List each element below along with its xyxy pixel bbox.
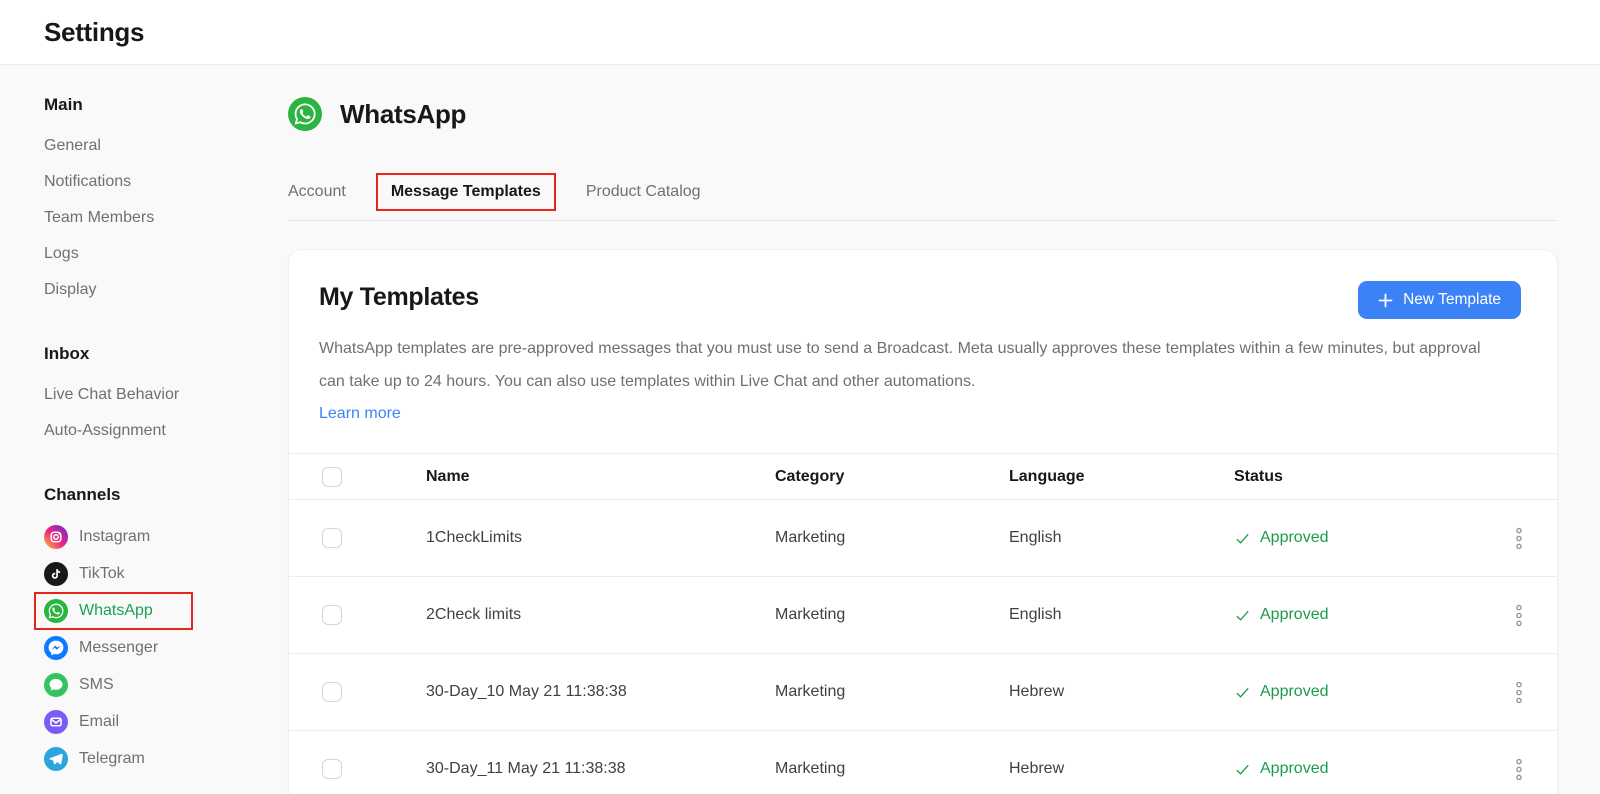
instagram-icon [44,525,68,549]
tab-bar: Account Message Templates Product Catalo… [288,177,1558,221]
sidebar-item-instagram[interactable]: Instagram [44,525,288,549]
status-badge: Approved [1234,529,1481,547]
email-icon [44,710,68,734]
my-templates-card: My Templates New Template WhatsApp templ… [288,249,1558,794]
sidebar-heading-channels: Channels [44,485,288,505]
row-menu-button[interactable] [1511,600,1527,631]
template-name: 30-Day_11 May 21 11:38:38 [426,760,775,778]
column-header-name: Name [426,468,775,486]
sidebar-heading-main: Main [44,95,288,115]
templates-table: Name Category Language Status 1CheckLimi… [289,453,1557,794]
sms-icon [44,673,68,697]
template-language: Hebrew [1009,760,1234,778]
sidebar-item-email[interactable]: Email [44,710,288,734]
sidebar-item-notifications[interactable]: Notifications [44,171,131,192]
check-icon [1234,684,1251,701]
sidebar-section-inbox: Inbox Live Chat Behavior Auto-Assignment [44,344,288,441]
sidebar-item-sms[interactable]: SMS [44,673,288,697]
sidebar-item-whatsapp[interactable]: WhatsApp [34,592,193,630]
channel-header: WhatsApp [288,97,1558,131]
column-header-status: Status [1234,468,1481,486]
check-icon [1234,607,1251,624]
row-checkbox[interactable] [322,759,342,779]
table-row: 30-Day_10 May 21 11:38:38 Marketing Hebr… [289,654,1557,731]
settings-sidebar: Main General Notifications Team Members … [0,65,288,794]
template-name: 1CheckLimits [426,529,775,547]
row-menu-button[interactable] [1511,677,1527,708]
tab-account[interactable]: Account [288,183,346,201]
whatsapp-icon [44,599,68,623]
row-checkbox[interactable] [322,682,342,702]
messenger-icon [44,636,68,660]
tiktok-icon [44,562,68,586]
template-category: Marketing [775,683,1009,701]
sidebar-heading-inbox: Inbox [44,344,288,364]
tab-product-catalog[interactable]: Product Catalog [586,183,701,201]
telegram-icon [44,747,68,771]
status-badge: Approved [1234,606,1481,624]
check-icon [1234,530,1251,547]
column-header-language: Language [1009,468,1234,486]
page-title: Settings [44,17,144,48]
sidebar-item-logs[interactable]: Logs [44,243,79,264]
sidebar-item-live-chat-behavior[interactable]: Live Chat Behavior [44,384,179,405]
new-template-button[interactable]: New Template [1358,281,1521,319]
template-name: 2Check limits [426,606,775,624]
sidebar-section-channels: Channels Instagram [44,485,288,771]
template-category: Marketing [775,606,1009,624]
kebab-menu-icon [1515,527,1523,550]
column-header-category: Category [775,468,1009,486]
sidebar-item-team-members[interactable]: Team Members [44,207,154,228]
kebab-menu-icon [1515,758,1523,781]
row-menu-button[interactable] [1511,754,1527,785]
status-badge: Approved [1234,760,1481,778]
tab-message-templates[interactable]: Message Templates [391,183,541,200]
sidebar-item-messenger[interactable]: Messenger [44,636,288,660]
learn-more-link[interactable]: Learn more [319,399,401,429]
sidebar-section-main: Main General Notifications Team Members … [44,95,288,300]
row-checkbox[interactable] [322,528,342,548]
plus-icon [1378,293,1393,308]
top-bar: Settings [0,0,1600,65]
status-badge: Approved [1234,683,1481,701]
table-row: 2Check limits Marketing English Approved [289,577,1557,654]
template-category: Marketing [775,529,1009,547]
template-name: 30-Day_10 May 21 11:38:38 [426,683,775,701]
table-row: 1CheckLimits Marketing English Approved [289,500,1557,577]
template-language: Hebrew [1009,683,1234,701]
kebab-menu-icon [1515,681,1523,704]
card-title: My Templates [319,281,479,312]
whatsapp-icon [288,97,322,131]
templates-description: WhatsApp templates are pre-approved mess… [319,332,1489,398]
sidebar-item-tiktok[interactable]: TikTok [44,562,288,586]
main-content: WhatsApp Account Message Templates Produ… [288,65,1558,794]
channel-title: WhatsApp [340,99,466,130]
template-language: English [1009,606,1234,624]
check-icon [1234,761,1251,778]
select-all-checkbox[interactable] [322,467,342,487]
sidebar-item-general[interactable]: General [44,135,101,156]
row-checkbox[interactable] [322,605,342,625]
table-row: 30-Day_11 May 21 11:38:38 Marketing Hebr… [289,731,1557,794]
annotation-box-message-templates: Message Templates [376,173,556,211]
sidebar-item-telegram[interactable]: Telegram [44,747,288,771]
kebab-menu-icon [1515,604,1523,627]
sidebar-item-display[interactable]: Display [44,279,96,300]
row-menu-button[interactable] [1511,523,1527,554]
template-language: English [1009,529,1234,547]
template-category: Marketing [775,760,1009,778]
sidebar-item-auto-assignment[interactable]: Auto-Assignment [44,420,166,441]
table-header-row: Name Category Language Status [289,453,1557,500]
